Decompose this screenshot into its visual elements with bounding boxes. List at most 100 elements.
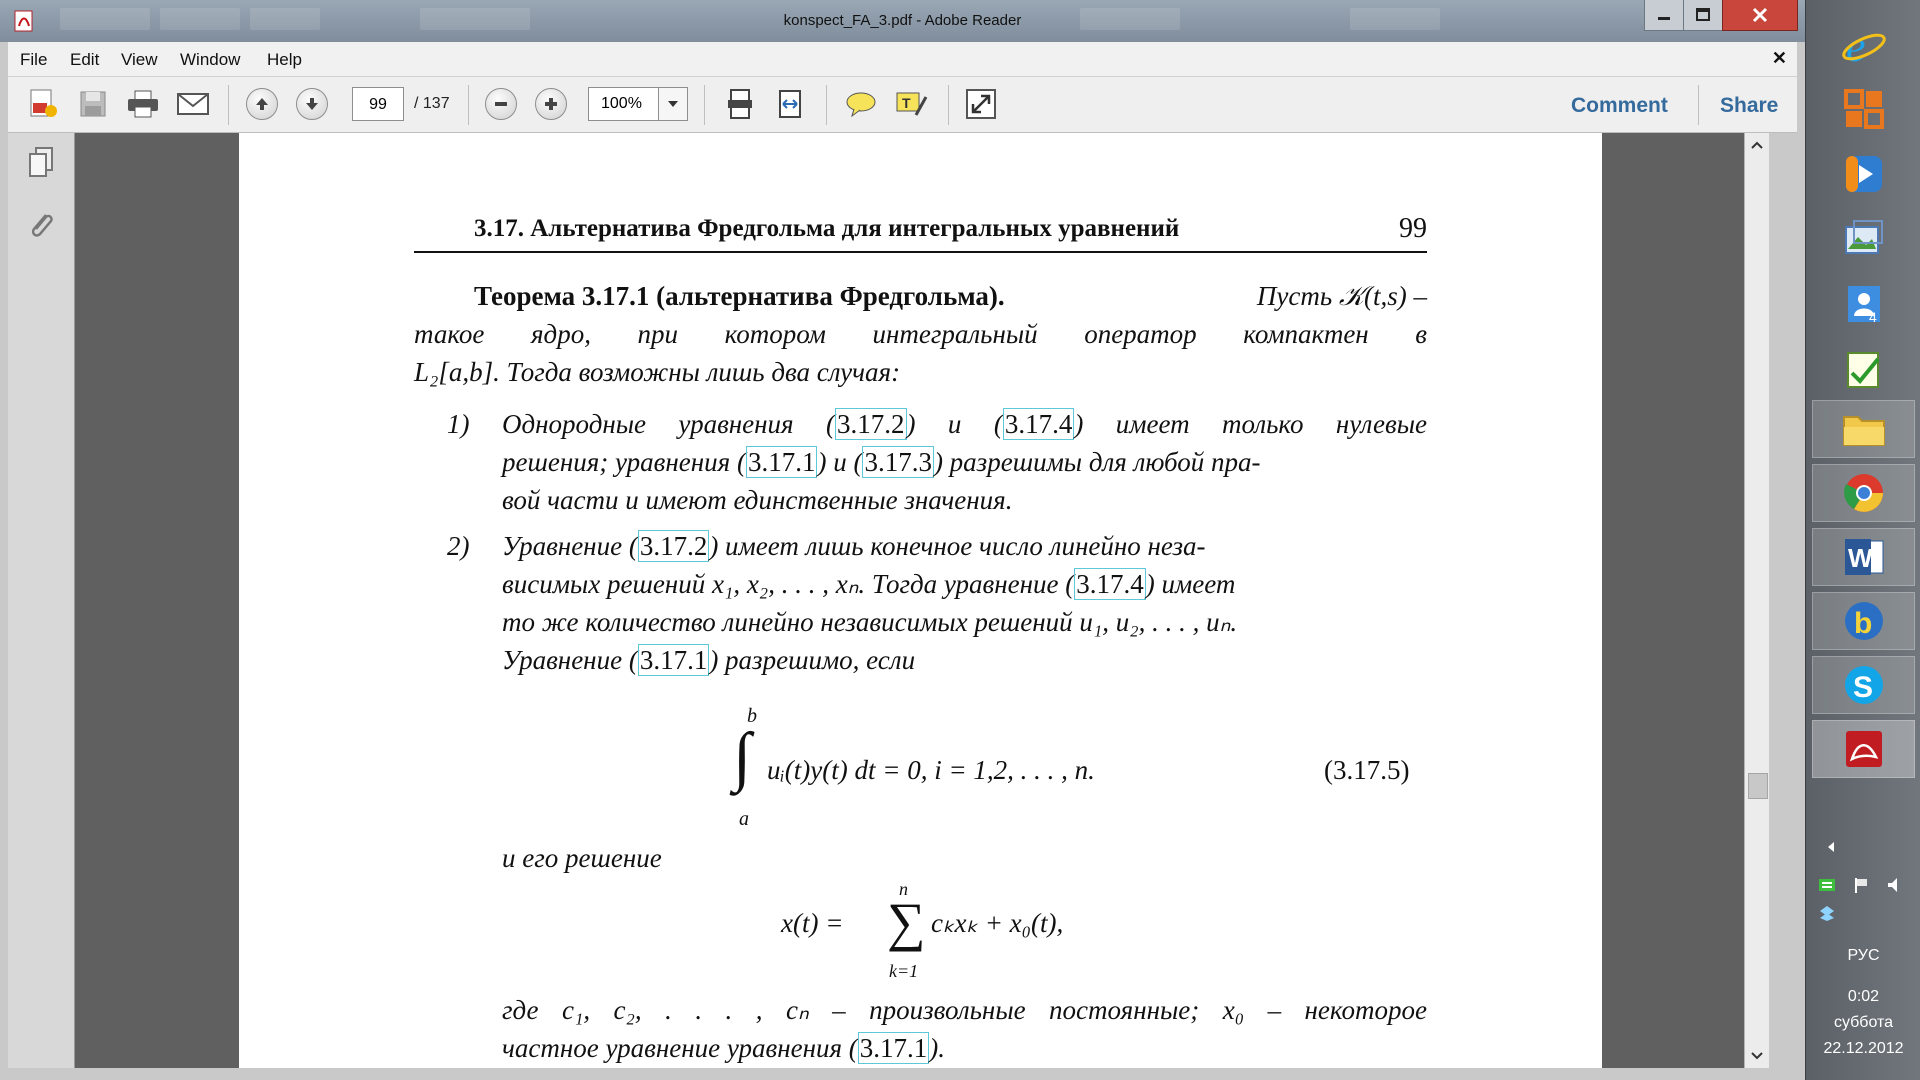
sum-left-side: x(t) =	[781, 908, 844, 938]
toolbar-separator	[1698, 85, 1699, 125]
zoom-select[interactable]: 100%	[588, 87, 688, 121]
email-button[interactable]	[174, 85, 212, 123]
tray-flag-icon[interactable]	[1852, 876, 1870, 899]
pdf-page: 3.17. Альтернатива Фредгольма для интегр…	[239, 133, 1602, 1068]
save-icon	[80, 91, 106, 117]
page-number: 99	[1399, 213, 1427, 244]
taskbar-contacts[interactable]: 4	[1812, 275, 1915, 333]
sum-lower-limit: k=1	[889, 961, 919, 981]
svg-text:4: 4	[1869, 309, 1877, 325]
previous-page-button[interactable]	[243, 85, 281, 123]
equation-link[interactable]: 3.17.4	[1002, 408, 1075, 440]
menu-window[interactable]: Window	[180, 50, 240, 70]
acrobat-icon	[1845, 731, 1882, 767]
close-button[interactable]	[1722, 0, 1798, 31]
text-run: частное уравнение уравнения (	[502, 1033, 858, 1063]
zoom-out-button[interactable]	[482, 85, 520, 123]
taskbar-media-player[interactable]	[1812, 145, 1915, 203]
save-button[interactable]	[74, 85, 112, 123]
svg-text:W: W	[1848, 543, 1873, 573]
close-document-icon[interactable]: ✕	[1772, 48, 1787, 69]
menu-file[interactable]: File	[20, 50, 47, 70]
text-run: решения; уравнения (	[502, 447, 746, 477]
maximize-button[interactable]	[1683, 0, 1723, 31]
keyboard-language[interactable]: РУС	[1806, 947, 1920, 965]
text-run: Уравнение (	[502, 531, 638, 561]
where-line: где c₁, c₂, . . . , cₙ – произвольные по…	[502, 995, 1427, 1025]
title-bar[interactable]: konspect_FA_3.pdf - Adobe Reader	[0, 0, 1805, 42]
equation-link[interactable]: 3.17.2	[835, 408, 907, 440]
highlight-icon: T	[896, 92, 928, 116]
taskbar-chrome[interactable]	[1812, 464, 1915, 522]
toolbar-separator	[704, 85, 705, 125]
share-pane-button[interactable]: Share	[1720, 94, 1778, 118]
tray-dropbox-icon[interactable]	[1818, 904, 1836, 927]
equation-link[interactable]: 3.17.1	[857, 1032, 930, 1064]
chevron-up-icon	[1751, 141, 1763, 149]
document-view[interactable]: 3.17. Альтернатива Фредгольма для интегр…	[75, 133, 1769, 1068]
equation-link[interactable]: 3.17.1	[745, 446, 818, 478]
show-hidden-icons-button[interactable]	[1826, 840, 1836, 858]
running-head-title: 3.17. Альтернатива Фредгольма для интегр…	[474, 215, 1180, 242]
menu-help[interactable]: Help	[267, 50, 302, 70]
menu-bar: File Edit View Window Help ✕	[8, 42, 1797, 77]
taskbar-bing[interactable]: b	[1812, 592, 1915, 650]
office-icon	[1843, 89, 1884, 129]
case-2-line-2: висимых решений x₁, x₂, . . . , xₙ. Тогд…	[502, 568, 1235, 600]
create-pdf-button[interactable]	[24, 85, 62, 123]
minimize-button[interactable]	[1644, 0, 1684, 31]
menu-edit[interactable]: Edit	[70, 50, 99, 70]
taskbar-ie[interactable]: e	[1812, 16, 1915, 74]
text-run: ).	[929, 1033, 946, 1063]
equation-link[interactable]: 3.17.2	[637, 530, 710, 562]
taskbar-notes[interactable]	[1812, 340, 1915, 398]
zoom-dropdown-button[interactable]	[658, 88, 687, 120]
scroll-down-button[interactable]	[1745, 1044, 1769, 1068]
taskbar-explorer[interactable]	[1812, 400, 1915, 458]
equation-link[interactable]: 3.17.3	[862, 446, 934, 478]
taskbar-office[interactable]	[1812, 80, 1915, 138]
tray-network-icon[interactable]	[1818, 876, 1836, 899]
last-line: частное уравнение уравнения (3.17.1).	[502, 1032, 946, 1064]
scroll-up-button[interactable]	[1745, 133, 1769, 157]
print-button[interactable]	[124, 85, 162, 123]
highlight-button[interactable]: T	[892, 85, 930, 123]
window-title: konspect_FA_3.pdf - Adobe Reader	[783, 12, 1022, 29]
sticky-note-button[interactable]	[842, 85, 880, 123]
taskbar-photo-viewer[interactable]	[1812, 210, 1915, 268]
clock-day[interactable]: суббота	[1806, 1014, 1920, 1032]
taskbar-adobe-reader[interactable]	[1812, 720, 1915, 778]
text-run: ) разрешимы для любой пра-	[933, 447, 1261, 477]
page-number-input[interactable]: 99	[352, 87, 404, 121]
clock-date[interactable]: 22.12.2012	[1806, 1040, 1920, 1058]
solution-text: и его решение	[502, 843, 662, 873]
zoom-in-button[interactable]	[532, 85, 570, 123]
zoom-out-icon	[485, 88, 517, 120]
attachments-button[interactable]	[24, 208, 58, 242]
next-page-button[interactable]	[293, 85, 331, 123]
fit-width-button[interactable]	[771, 85, 809, 123]
zoom-in-icon	[535, 88, 567, 120]
taskbar-word[interactable]: W	[1812, 528, 1915, 586]
fit-page-button[interactable]	[721, 85, 759, 123]
comment-pane-button[interactable]: Comment	[1571, 94, 1668, 118]
svg-text:S: S	[1853, 671, 1873, 704]
clock-time[interactable]: 0:02	[1806, 988, 1920, 1006]
tray-volume-icon[interactable]	[1886, 876, 1904, 899]
fullscreen-button[interactable]	[962, 85, 1000, 123]
theorem-label: Теорема 3.17.1 (альтернатива Фредгольма)…	[474, 281, 1005, 311]
scroll-thumb[interactable]	[1748, 773, 1768, 799]
toolbar-separator	[228, 85, 229, 125]
equation-link[interactable]: 3.17.4	[1074, 568, 1146, 600]
prev-page-icon	[246, 88, 278, 120]
pages-panel-icon	[29, 147, 53, 177]
navigation-pane	[8, 133, 75, 1068]
sum-sign: ∑	[887, 892, 926, 952]
vertical-scrollbar[interactable]	[1744, 133, 1769, 1068]
text-run: ) разрешимо, если	[709, 645, 916, 675]
pages-panel-button[interactable]	[24, 145, 58, 179]
taskbar-skype[interactable]: S	[1812, 656, 1915, 714]
print-icon	[128, 90, 158, 118]
menu-view[interactable]: View	[121, 50, 158, 70]
equation-link[interactable]: 3.17.1	[637, 644, 710, 676]
